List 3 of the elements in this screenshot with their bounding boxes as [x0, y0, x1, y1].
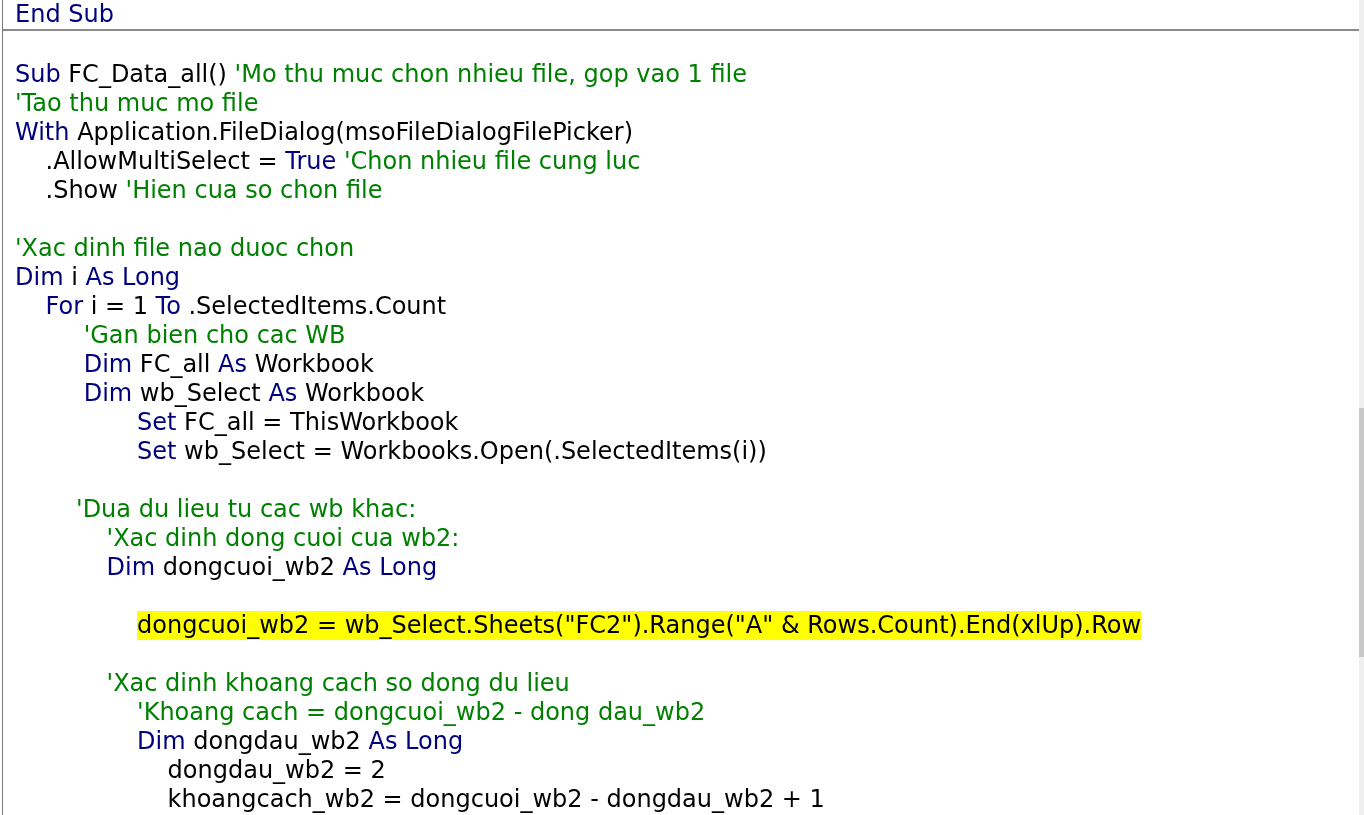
vertical-scrollbar[interactable]: [1359, 0, 1364, 815]
scrollbar-thumb[interactable]: [1359, 408, 1364, 657]
code-editor[interactable]: [3, 0, 1359, 815]
